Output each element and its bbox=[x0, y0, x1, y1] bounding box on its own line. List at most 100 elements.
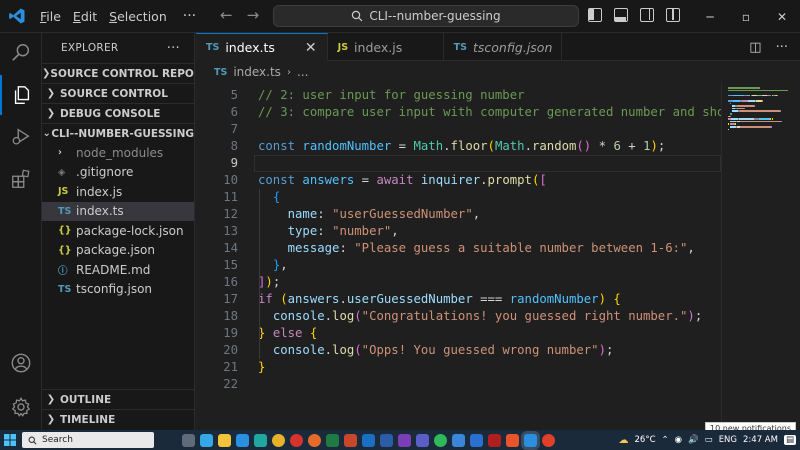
brave-icon[interactable] bbox=[506, 433, 519, 447]
code-line[interactable]: 16]); bbox=[196, 274, 721, 291]
code-line[interactable]: 5 // 2: user input for guessing number bbox=[196, 87, 721, 104]
menu-selection[interactable]: Selection bbox=[103, 9, 173, 24]
code-line[interactable]: 6 // 3: compare user input with computer … bbox=[196, 104, 721, 121]
section-source-control-repositories[interactable]: ❯SOURCE CONTROL REPOSI... bbox=[42, 63, 194, 83]
code-line[interactable]: 12 name: "userGuessedNumber", bbox=[196, 206, 721, 223]
code-token: prompt bbox=[487, 173, 532, 187]
battery-icon[interactable]: ▭ bbox=[705, 435, 713, 445]
file-item-node-modules[interactable]: › node_modules bbox=[42, 143, 194, 163]
temperature[interactable]: 26°C bbox=[635, 435, 656, 445]
arrow-right-icon[interactable]: → bbox=[247, 6, 260, 24]
arrow-left-icon[interactable]: ← bbox=[220, 6, 233, 24]
file-item-readme-md[interactable]: ⓘ README.md bbox=[42, 260, 194, 280]
powerpoint-icon[interactable] bbox=[344, 433, 357, 447]
explorer-more-button[interactable]: ··· bbox=[167, 41, 180, 56]
customize-layout-icon[interactable] bbox=[666, 8, 680, 22]
menu-file[interactable]: File bbox=[34, 9, 67, 24]
taskbar-search[interactable]: Search bbox=[22, 432, 154, 448]
clock[interactable]: 2:47 AM bbox=[743, 435, 778, 445]
code-line[interactable]: 22 bbox=[196, 376, 721, 393]
code-line[interactable]: 15 }, bbox=[196, 257, 721, 274]
explorer-icon[interactable] bbox=[0, 75, 42, 115]
vscode-logo-icon[interactable] bbox=[0, 0, 34, 33]
code-line[interactable]: 9 bbox=[196, 155, 721, 172]
toggle-primary-sidebar-icon[interactable] bbox=[588, 8, 602, 22]
whatsapp-icon[interactable] bbox=[434, 433, 447, 447]
tab-index-js[interactable]: JS index.js bbox=[328, 33, 444, 61]
section-timeline[interactable]: ❯ TIMELINE bbox=[42, 409, 194, 429]
close-window-button[interactable]: ✕ bbox=[764, 0, 800, 33]
settings-gear-icon[interactable] bbox=[0, 387, 42, 427]
word-icon[interactable] bbox=[380, 433, 393, 447]
breadcrumb-symbols[interactable]: ... bbox=[297, 65, 308, 79]
vscode-taskbar-icon[interactable] bbox=[524, 433, 537, 447]
menu-edit[interactable]: Edit bbox=[67, 9, 103, 24]
code-line[interactable]: 18 console.log("Congratulations! you gue… bbox=[196, 308, 721, 325]
toggle-panel-icon[interactable] bbox=[614, 8, 628, 22]
outlook-icon[interactable] bbox=[362, 433, 375, 447]
section-outline[interactable]: ❯ OUTLINE bbox=[42, 389, 194, 409]
file-item-index-js[interactable]: JS index.js bbox=[42, 182, 194, 202]
code-line[interactable]: 17 if (answers.userGuessedNumber === rand… bbox=[196, 291, 721, 308]
maps-icon[interactable] bbox=[452, 433, 465, 447]
code-line[interactable]: 14 message: "Please guess a suitable num… bbox=[196, 240, 721, 257]
file-explorer-icon[interactable] bbox=[218, 433, 231, 447]
firefox-icon[interactable] bbox=[308, 433, 321, 447]
toggle-secondary-sidebar-icon[interactable] bbox=[640, 8, 654, 22]
code-line[interactable]: 7 bbox=[196, 121, 721, 138]
code-line[interactable]: 19} else { bbox=[196, 325, 721, 342]
section-debug-console[interactable]: ❯ DEBUG CONSOLE bbox=[42, 103, 194, 123]
chrome-icon[interactable] bbox=[272, 433, 285, 447]
section-project-folder[interactable]: ⌄ CLI--NUMBER-GUESSING bbox=[42, 123, 194, 143]
file-item-package-json[interactable]: {} package.json bbox=[42, 241, 194, 261]
tab-tsconfig-json[interactable]: TS tsconfig.json bbox=[444, 33, 562, 61]
onenote-icon[interactable] bbox=[398, 433, 411, 447]
windows-start-icon[interactable] bbox=[0, 430, 20, 450]
search-icon[interactable] bbox=[0, 33, 42, 73]
menu-more-button[interactable]: ··· bbox=[173, 8, 206, 24]
code-line[interactable]: 20 console.log("Opps! You guessed wrong … bbox=[196, 342, 721, 359]
weather-icon[interactable]: ☁ bbox=[619, 435, 629, 446]
excel-icon[interactable] bbox=[326, 433, 339, 447]
code-line[interactable]: 11 { bbox=[196, 189, 721, 206]
chrome-alt-icon[interactable] bbox=[542, 433, 555, 447]
chevron-up-icon[interactable]: ⌃ bbox=[662, 435, 669, 445]
run-debug-icon[interactable] bbox=[0, 117, 42, 157]
file-item-tsconfig-json[interactable]: TS tsconfig.json bbox=[42, 280, 194, 300]
close-icon[interactable]: ✕ bbox=[305, 40, 317, 56]
command-center[interactable]: CLI--number-guessing bbox=[273, 5, 579, 27]
tab-label: tsconfig.json bbox=[472, 39, 553, 55]
task-view-icon[interactable] bbox=[182, 433, 195, 447]
code-line[interactable]: 8 const randomNumber = Math.floor(Math.ra… bbox=[196, 138, 721, 155]
file-item-index-ts[interactable]: TS index.ts bbox=[42, 201, 194, 221]
language-indicator[interactable]: ENG bbox=[719, 435, 737, 445]
more-actions-button[interactable]: ··· bbox=[776, 40, 788, 55]
minimize-button[interactable]: ─ bbox=[692, 0, 728, 33]
file-item-gitignore[interactable]: ◈ .gitignore bbox=[42, 163, 194, 183]
split-editor-icon[interactable]: ◫ bbox=[749, 40, 761, 55]
section-source-control[interactable]: ❯ SOURCE CONTROL bbox=[42, 83, 194, 103]
teams-icon[interactable] bbox=[416, 433, 429, 447]
network-icon[interactable]: ◉ bbox=[675, 435, 682, 445]
adobe-icon[interactable] bbox=[488, 433, 501, 447]
code-token: const bbox=[258, 139, 303, 153]
code-line[interactable]: 13 type: "number", bbox=[196, 223, 721, 240]
volume-icon[interactable]: 🔊 bbox=[688, 435, 699, 445]
extensions-icon[interactable] bbox=[0, 159, 42, 199]
tab-index-ts[interactable]: TS index.ts ✕ bbox=[196, 33, 328, 61]
store-icon[interactable] bbox=[236, 433, 249, 447]
code-line[interactable]: 21} bbox=[196, 359, 721, 376]
widgets-icon[interactable] bbox=[200, 433, 213, 447]
maximize-button[interactable]: ▫ bbox=[728, 0, 764, 33]
minimap[interactable] bbox=[721, 83, 800, 430]
opera-icon[interactable] bbox=[290, 433, 303, 447]
code-token: === bbox=[472, 292, 510, 306]
edge-icon[interactable] bbox=[254, 433, 267, 447]
code-line[interactable]: 10 const answers = await inquirer.prompt(… bbox=[196, 172, 721, 189]
notification-icon[interactable]: ▤ bbox=[783, 435, 796, 445]
code-editor[interactable]: 5 // 2: user input for guessing number 6 //… bbox=[196, 83, 721, 430]
onedrive-icon[interactable] bbox=[470, 433, 483, 447]
account-icon[interactable] bbox=[0, 343, 42, 383]
file-item-package-lock-json[interactable]: {} package-lock.json bbox=[42, 221, 194, 241]
breadcrumb-file[interactable]: index.ts bbox=[233, 65, 281, 79]
